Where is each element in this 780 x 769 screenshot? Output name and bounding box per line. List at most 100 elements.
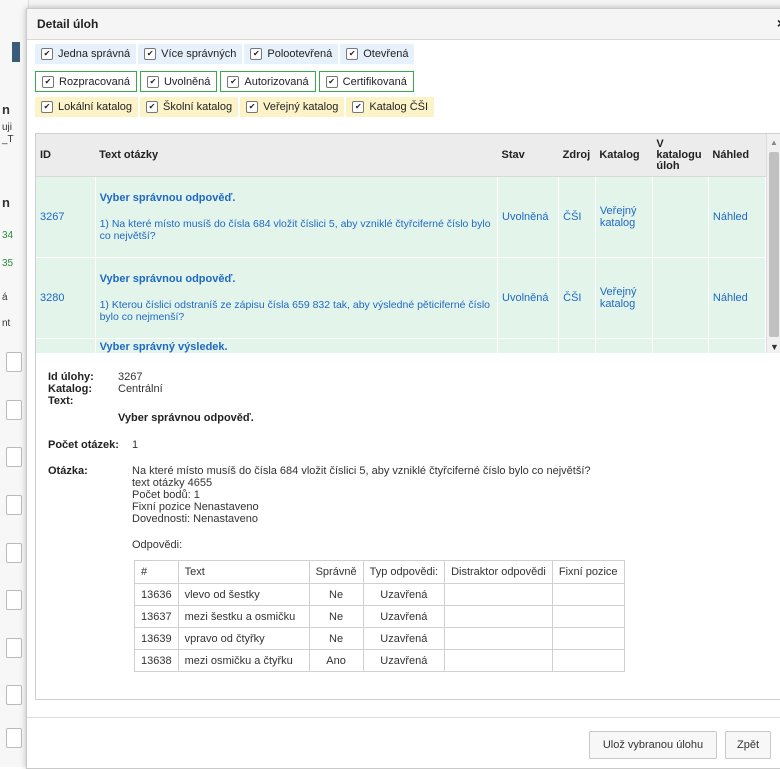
answer-text: vpravo od čtyřky (177, 627, 310, 650)
bg-input-box (6, 728, 22, 748)
filter-multiple-correct[interactable]: ✔ Více správných (138, 44, 243, 64)
answer-fixed (551, 583, 625, 606)
bg-text-fragment: _T (2, 134, 14, 145)
preview-link[interactable]: Náhled (708, 257, 767, 339)
filter-label: Certifikovaná (342, 75, 407, 88)
checkbox-checked-icon[interactable]: ✔ (146, 75, 159, 88)
save-task-button[interactable]: Ulož vybranou úlohu (589, 731, 717, 759)
checkbox-checked-icon[interactable]: ✔ (146, 101, 158, 113)
question-source: ČŠI (558, 176, 596, 258)
filter-released[interactable]: ✔ Uvolněná (139, 71, 218, 92)
col-header-preview[interactable]: Náhled (708, 134, 766, 177)
question-table-container[interactable]: ID Text otázky Stav Zdroj Katalog V kata… (35, 133, 780, 355)
col-header-state[interactable]: Stav (497, 134, 559, 177)
scroll-down-icon[interactable]: ▼ (770, 342, 779, 352)
checkbox-checked-icon[interactable]: ✔ (250, 48, 263, 60)
checkbox-checked-icon[interactable]: ✔ (246, 101, 259, 113)
bg-input-box (6, 400, 22, 420)
checkbox-checked-icon[interactable]: ✔ (144, 48, 157, 60)
filter-semi-open[interactable]: ✔ Polootevřená (244, 44, 339, 64)
state-filters: ✔ Rozpracovaná ✔ Uvolněná ✔ Autorizovaná ✔ C… (35, 71, 779, 92)
bg-input-box (6, 543, 22, 563)
catalog-filters: ✔ Lokální katalog ✔ Školní katalog ✔ Veřejn… (35, 97, 779, 117)
filter-certified[interactable]: ✔ Certifikovaná (318, 71, 414, 92)
filter-open[interactable]: ✔ Otevřená (340, 44, 415, 64)
bg-input-box (6, 447, 22, 467)
question-id: 3267 (36, 176, 96, 258)
catalog-value: Centrální (118, 383, 163, 395)
filter-local-catalog[interactable]: ✔ Lokální katalog (35, 97, 138, 117)
scroll-up-icon[interactable]: ▲ (770, 138, 778, 147)
question-detail-line: Fixní pozice Nenastaveno (132, 501, 259, 513)
answers-col-text: Text (177, 560, 310, 584)
dialog-header: Detail úloh × (27, 9, 780, 40)
answer-row: 13639 vpravo od čtyřky Ne Uzavřená (134, 627, 625, 650)
answer-row: 13638 mezi osmičku a čtyřku Ano Uzavřená (134, 649, 625, 672)
checkbox-checked-icon[interactable]: ✔ (346, 48, 359, 60)
question-state: Uvolněná (497, 257, 560, 339)
filter-school-catalog[interactable]: ✔ Školní katalog (140, 97, 239, 117)
table-header-row: ID Text otázky Stav Zdroj Katalog V kata… (36, 134, 766, 177)
back-button[interactable]: Zpět (725, 731, 771, 759)
answer-type: Uzavřená (362, 649, 446, 672)
filter-label: Veřejný katalog (263, 101, 339, 113)
bg-text-fragment: 34 (2, 230, 14, 241)
bg-input-box (6, 495, 22, 515)
filter-in-progress[interactable]: ✔ Rozpracovaná (35, 71, 137, 92)
col-header-source[interactable]: Zdroj (558, 134, 596, 177)
answer-correct: Ne (308, 627, 364, 650)
task-detail-dialog: Detail úloh × ✔ Jedna správná ✔ Více správ… (26, 8, 780, 769)
answers-col-num: # (134, 560, 179, 584)
answer-num: 13636 (134, 583, 179, 606)
task-id-value: 3267 (118, 371, 143, 383)
dialog-title: Detail úloh (37, 17, 99, 31)
filter-csi-catalog[interactable]: ✔ Katalog ČŠI (346, 97, 435, 117)
question-count-value: 1 (132, 439, 139, 451)
checkbox-checked-icon[interactable]: ✔ (41, 48, 53, 60)
col-header-catalog[interactable]: Katalog (595, 134, 653, 177)
col-header-id[interactable]: ID (36, 134, 96, 177)
footer-divider (27, 717, 780, 718)
answer-type: Uzavřená (362, 627, 446, 650)
filter-authorized[interactable]: ✔ Autorizovaná (220, 71, 316, 92)
bg-text-fragment: á (2, 292, 8, 303)
question-title: Vyber správný výsledek. (99, 341, 228, 353)
text-label: Text: (48, 395, 74, 407)
task-detail-panel: Id úlohy: 3267 Katalog: Centrální Text: … (35, 353, 780, 700)
checkbox-checked-icon[interactable]: ✔ (352, 101, 365, 113)
question-source: ČŠI (558, 257, 596, 339)
table-row[interactable]: 3280 Vyber správnou odpověď. 1) Kterou č… (36, 257, 767, 339)
bg-input-box (6, 638, 22, 658)
filter-label: Autorizovaná (244, 75, 309, 88)
col-header-in-catalog[interactable]: V katalogu úloh (652, 134, 709, 177)
answer-fixed (551, 605, 625, 628)
question-text: 1) Kterou číslici odstraníš ze zápisu čí… (99, 299, 491, 323)
answer-type: Uzavřená (362, 605, 446, 628)
checkbox-checked-icon[interactable]: ✔ (41, 101, 53, 113)
task-id-label: Id úlohy: (48, 371, 94, 383)
col-header-text[interactable]: Text otázky (95, 134, 498, 177)
answer-correct: Ne (308, 605, 364, 628)
checkbox-checked-icon[interactable]: ✔ (325, 75, 338, 88)
answers-header-row: # Text Správně Typ odpovědi: Distraktor … (134, 560, 625, 584)
answer-distractor (444, 583, 553, 606)
task-text-value: Vyber správnou odpověď. (118, 412, 254, 424)
table-row[interactable]: 3267 Vyber správnou odpověď. 1) Na které… (36, 176, 767, 258)
filter-single-correct[interactable]: ✔ Jedna správná (35, 44, 137, 64)
preview-link[interactable]: Náhled (708, 176, 767, 258)
checkbox-checked-icon[interactable]: ✔ (227, 75, 240, 88)
bg-dark-block (12, 42, 20, 62)
checkbox-checked-icon[interactable]: ✔ (42, 75, 54, 88)
answers-col-correct: Správně (308, 560, 364, 584)
filter-public-catalog[interactable]: ✔ Veřejný katalog (240, 97, 345, 117)
filter-label: Uvolněná (163, 75, 211, 88)
answer-fixed (551, 627, 625, 650)
question-catalog: Veřejný katalog (595, 257, 653, 339)
bg-input-box (6, 590, 22, 610)
question-detail-line: Počet bodů: 1 (132, 489, 200, 501)
question-table: ID Text otázky Stav Zdroj Katalog V kata… (36, 134, 767, 354)
scroll-thumb[interactable] (769, 152, 779, 337)
answer-num: 13638 (134, 649, 179, 672)
filter-label: Polootevřená (267, 48, 333, 60)
table-scrollbar[interactable]: ▲ ▼ (766, 134, 780, 354)
